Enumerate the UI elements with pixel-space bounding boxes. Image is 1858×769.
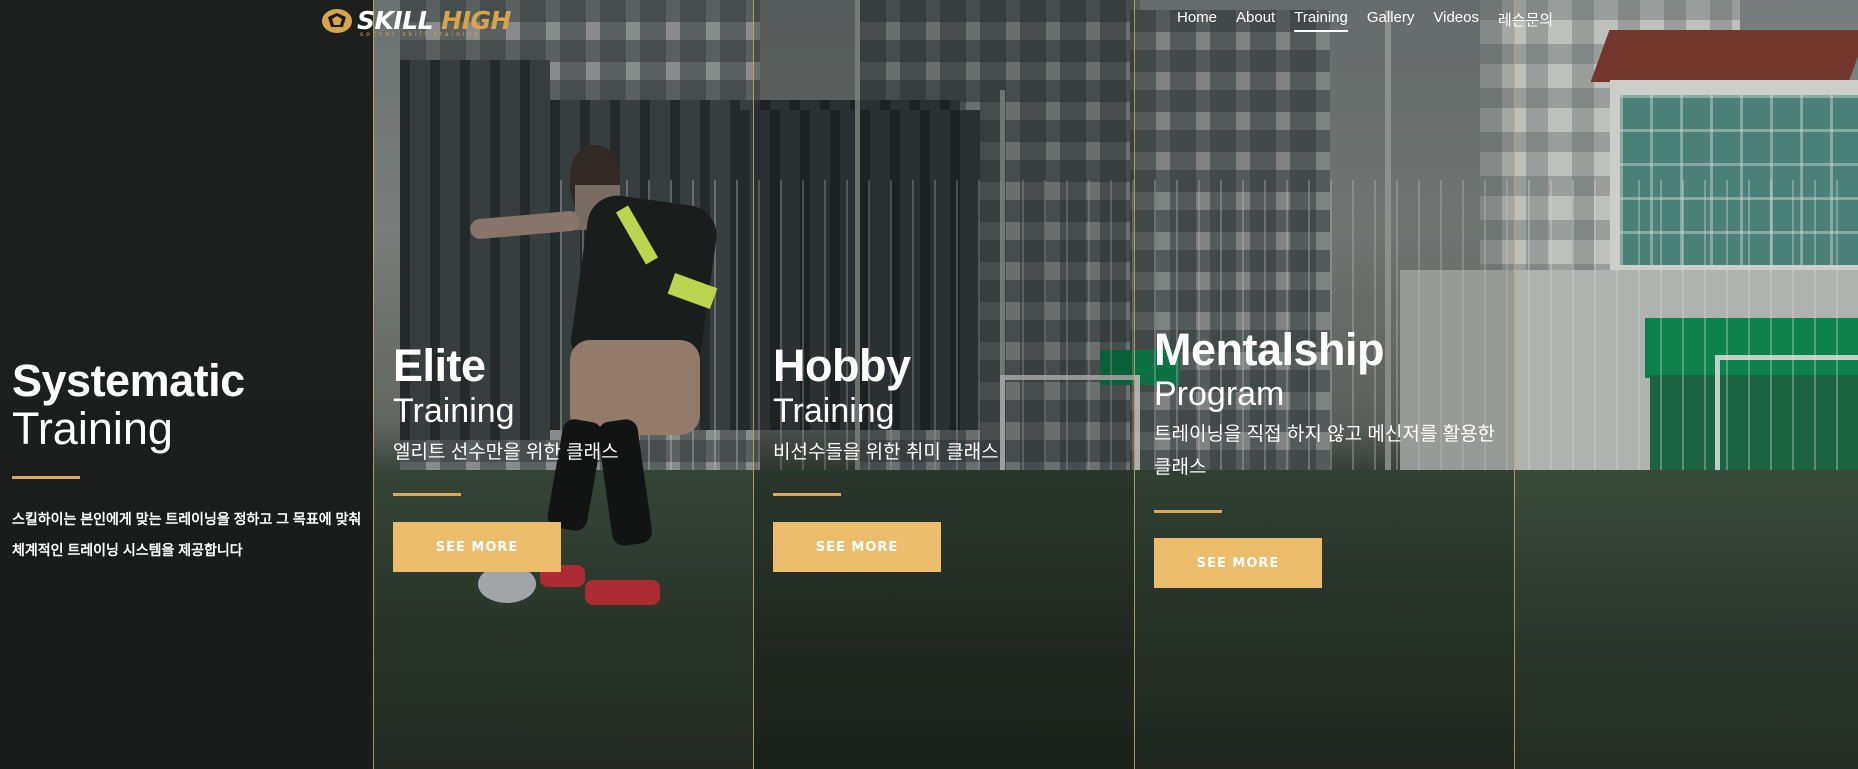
panel-divider [1134,0,1135,769]
intro-title-bold: Systematic [12,355,245,406]
mentalship-title-light: Program [1154,375,1285,413]
elite-title-light: Training [393,392,515,430]
hobby-rule [773,493,841,496]
intro-rule [12,476,80,479]
nav-training[interactable]: Training [1294,9,1348,32]
nav-gallery[interactable]: Gallery [1367,9,1415,32]
elite-see-more-button[interactable]: SEE MORE [393,522,561,572]
panel-tint-right [1514,0,1858,769]
panel-divider [373,0,374,769]
panel-divider [753,0,754,769]
logo-tagline: soccer skill training [360,31,482,38]
nav-videos[interactable]: Videos [1433,9,1479,32]
elite-rule [393,493,461,496]
hobby-title: Hobby [773,340,911,391]
nav-home[interactable]: Home [1177,9,1217,32]
elite-title: Elite [393,340,486,391]
mentalship-rule [1154,510,1222,513]
mentalship-see-more-button[interactable]: SEE MORE [1154,538,1322,588]
main-nav: Home About Training Gallery Videos 레슨문의 [1177,9,1572,32]
mentalship-subtitle: 트레이닝을 직접 하지 않고 메신저를 활용한 클래스 [1154,424,1496,478]
hobby-title-light: Training [773,392,895,430]
site-logo[interactable]: SKILL HIGH soccer skill training [320,4,511,38]
intro-description: 스킬하이는 본인에게 맞는 트레이닝을 정하고 그 목표에 맞춰 체계적인 트레… [12,511,362,558]
hobby-see-more-button[interactable]: SEE MORE [773,522,941,572]
mentalship-title: Mentalship [1154,324,1385,375]
panel-divider [1514,0,1515,769]
soccer-ball-icon [322,9,352,33]
intro-title-light: Training [12,403,173,454]
elite-subtitle: 엘리트 선수만을 위한 클래스 [393,442,619,463]
nav-lesson-inquiry[interactable]: 레슨문의 [1498,9,1553,32]
nav-about[interactable]: About [1236,9,1275,32]
hobby-subtitle: 비선수들을 위한 취미 클래스 [773,442,999,463]
